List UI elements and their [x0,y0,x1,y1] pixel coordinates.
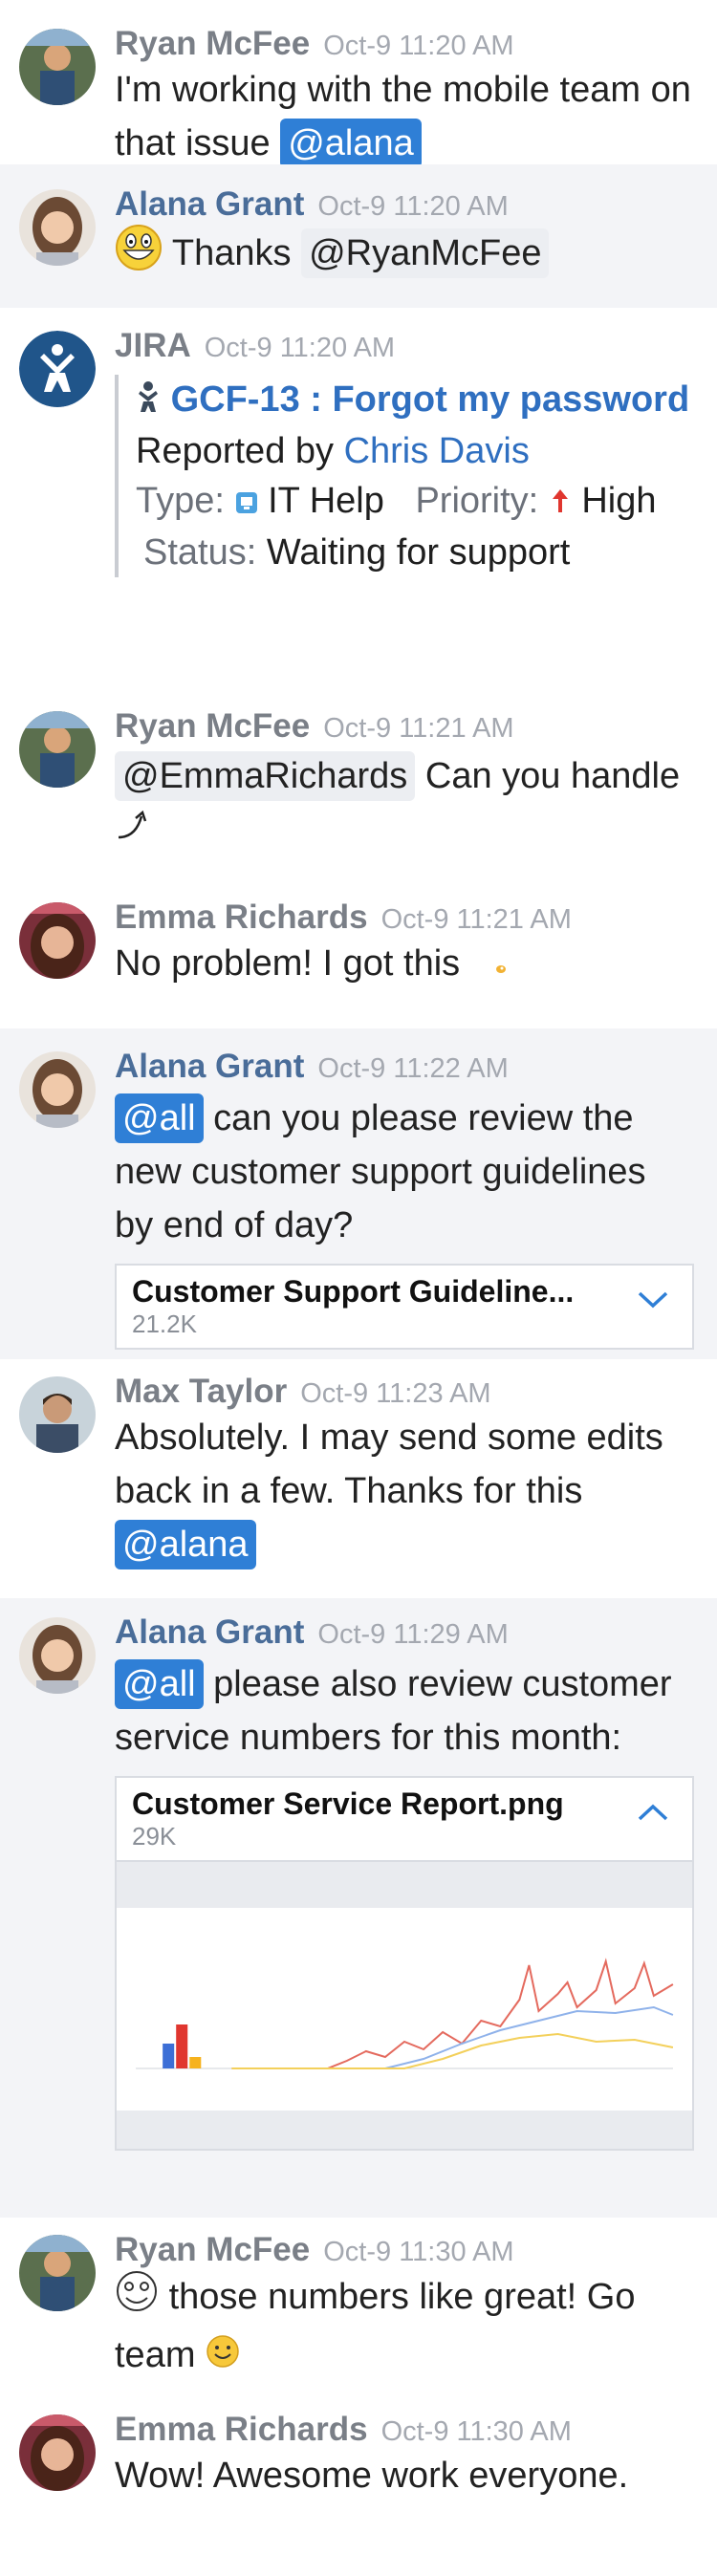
alana-avatar[interactable] [19,1617,96,1694]
message-text: Wow! Awesome work everyone. [115,2449,694,2502]
attachment-size: 29K [132,1822,177,1851]
author-name[interactable]: Max Taylor [115,1373,287,1410]
emma-avatar[interactable] [19,902,96,979]
jira-logo[interactable] [19,331,96,407]
timestamp: Oct-9 11:30 AM [380,2416,572,2447]
mention-tag[interactable]: @alana [115,1520,256,1569]
message-text: I'm working with the mobile team on that… [115,63,694,170]
priority-label: Priority: [415,480,539,521]
jira-issue-link[interactable]: GCF-13 : Forgot my password [171,379,690,420]
message-emma-1: Emma Richards Oct-9 11:21 AM No problem! … [0,885,717,1028]
attachment-card[interactable]: Customer Service Report.png 29K [115,1776,694,2151]
author-name[interactable]: Ryan McFee [115,2231,310,2268]
timestamp: Oct-9 11:20 AM [323,31,514,61]
smile-emoji [206,2330,240,2384]
author-name[interactable]: Alana Grant [115,185,304,223]
message-ryan-2: Ryan McFee Oct-9 11:21 AM @EmmaRichards C… [0,698,717,885]
message-text: @EmmaRichards Can you handle [115,749,694,858]
message-body: Absolutely. I may send some edits back i… [115,1418,663,1511]
rage-face-icon [115,2269,159,2328]
mention-tag[interactable]: @all [115,1659,204,1709]
message-text: Absolutely. I may send some edits back i… [115,1411,694,1571]
image-preview[interactable] [117,1860,692,2149]
emma-avatar[interactable] [19,2414,96,2491]
message-alana-3: Alana Grant Oct-9 11:29 AM @all please al… [0,1598,717,2218]
message-alana-1: Alana Grant Oct-9 11:20 AM Thanks @RyanMc… [0,164,717,308]
status-label: Status: [143,531,257,573]
timestamp: Oct-9 11:20 AM [204,333,396,363]
curved-arrow-icon [115,805,153,858]
reported-by-label: Reported by [136,430,335,471]
rocket-icon [493,939,509,992]
author-name[interactable]: Emma Richards [115,2411,368,2448]
author-name[interactable]: JIRA [115,327,191,364]
type-label: Type: [136,480,225,521]
ryan-avatar[interactable] [19,711,96,788]
attachment-size: 21.2K [132,1310,197,1338]
it-help-icon [235,478,258,528]
mention-tag[interactable]: @EmmaRichards [115,751,416,801]
author-name[interactable]: Emma Richards [115,898,368,936]
timestamp: Oct-9 11:21 AM [380,904,572,935]
mention-tag[interactable]: @RyanMcFee [301,228,550,279]
message-text: @all can you please review the new custo… [115,1092,694,1252]
message-alana-2: Alana Grant Oct-9 11:22 AM @all can you p… [0,1028,717,1359]
message-emma-2: Emma Richards Oct-9 11:30 AM Wow! Awesome… [0,2403,717,2575]
message-text: @all please also review customer service… [115,1657,694,1764]
message-ryan-1: Ryan McFee Oct-9 11:20 AM I'm working wit… [0,0,717,168]
message-text: Thanks @RyanMcFee [115,224,694,287]
chevron-up-icon[interactable] [637,1803,669,1822]
status-value: Waiting for support [266,531,571,573]
report-thumbnail-graphic [136,1958,674,2069]
bug-icon [136,377,161,426]
message-jira: JIRA Oct-9 11:20 AM GCF-13 : Forgot my pa… [0,308,717,698]
timestamp: Oct-9 11:30 AM [323,2237,514,2267]
reporter-link[interactable]: Chris Davis [344,431,530,471]
message-body: Can you handle [424,756,681,796]
alana-avatar[interactable] [19,1051,96,1128]
author-name[interactable]: Alana Grant [115,1048,304,1085]
author-name[interactable]: Ryan McFee [115,707,310,745]
chevron-down-icon[interactable] [637,1290,669,1310]
max-avatar[interactable] [19,1376,96,1453]
message-body: Wow! Awesome work everyone. [115,2456,629,2496]
message-body: those numbers like great! Go team [115,2277,636,2375]
message-text: No problem! I got this [115,937,694,992]
attachment-name[interactable]: Customer Support Guideline... [132,1273,629,1310]
message-ryan-3: Ryan McFee Oct-9 11:30 AM those numbers l… [0,2218,717,2403]
ryan-avatar[interactable] [19,29,96,105]
message-max: Max Taylor Oct-9 11:23 AM Absolutely. I m… [0,1359,717,1598]
mention-tag[interactable]: @alana [280,119,422,168]
jira-issue-card: GCF-13 : Forgot my password Reported by … [115,375,694,577]
timestamp: Oct-9 11:23 AM [300,1378,491,1409]
type-value: IT Help [268,480,384,521]
grin-emoji [115,224,163,287]
attachment-card[interactable]: Customer Support Guideline... 21.2K [115,1264,694,1350]
message-body: Thanks [171,233,292,274]
timestamp: Oct-9 11:21 AM [323,713,514,744]
alana-avatar[interactable] [19,189,96,266]
message-body: No problem! I got this [115,943,461,984]
timestamp: Oct-9 11:29 AM [317,1619,509,1650]
attachment-name[interactable]: Customer Service Report.png [132,1786,629,1822]
report-thumbnail [117,1908,692,2111]
timestamp: Oct-9 11:22 AM [317,1053,509,1084]
ryan-avatar[interactable] [19,2235,96,2311]
priority-up-arrow-icon [549,478,572,528]
message-text: those numbers like great! Go team [115,2269,694,2384]
priority-value: High [581,480,657,521]
author-name[interactable]: Ryan McFee [115,25,310,62]
timestamp: Oct-9 11:20 AM [317,191,509,222]
mention-tag[interactable]: @all [115,1093,204,1143]
author-name[interactable]: Alana Grant [115,1613,304,1651]
